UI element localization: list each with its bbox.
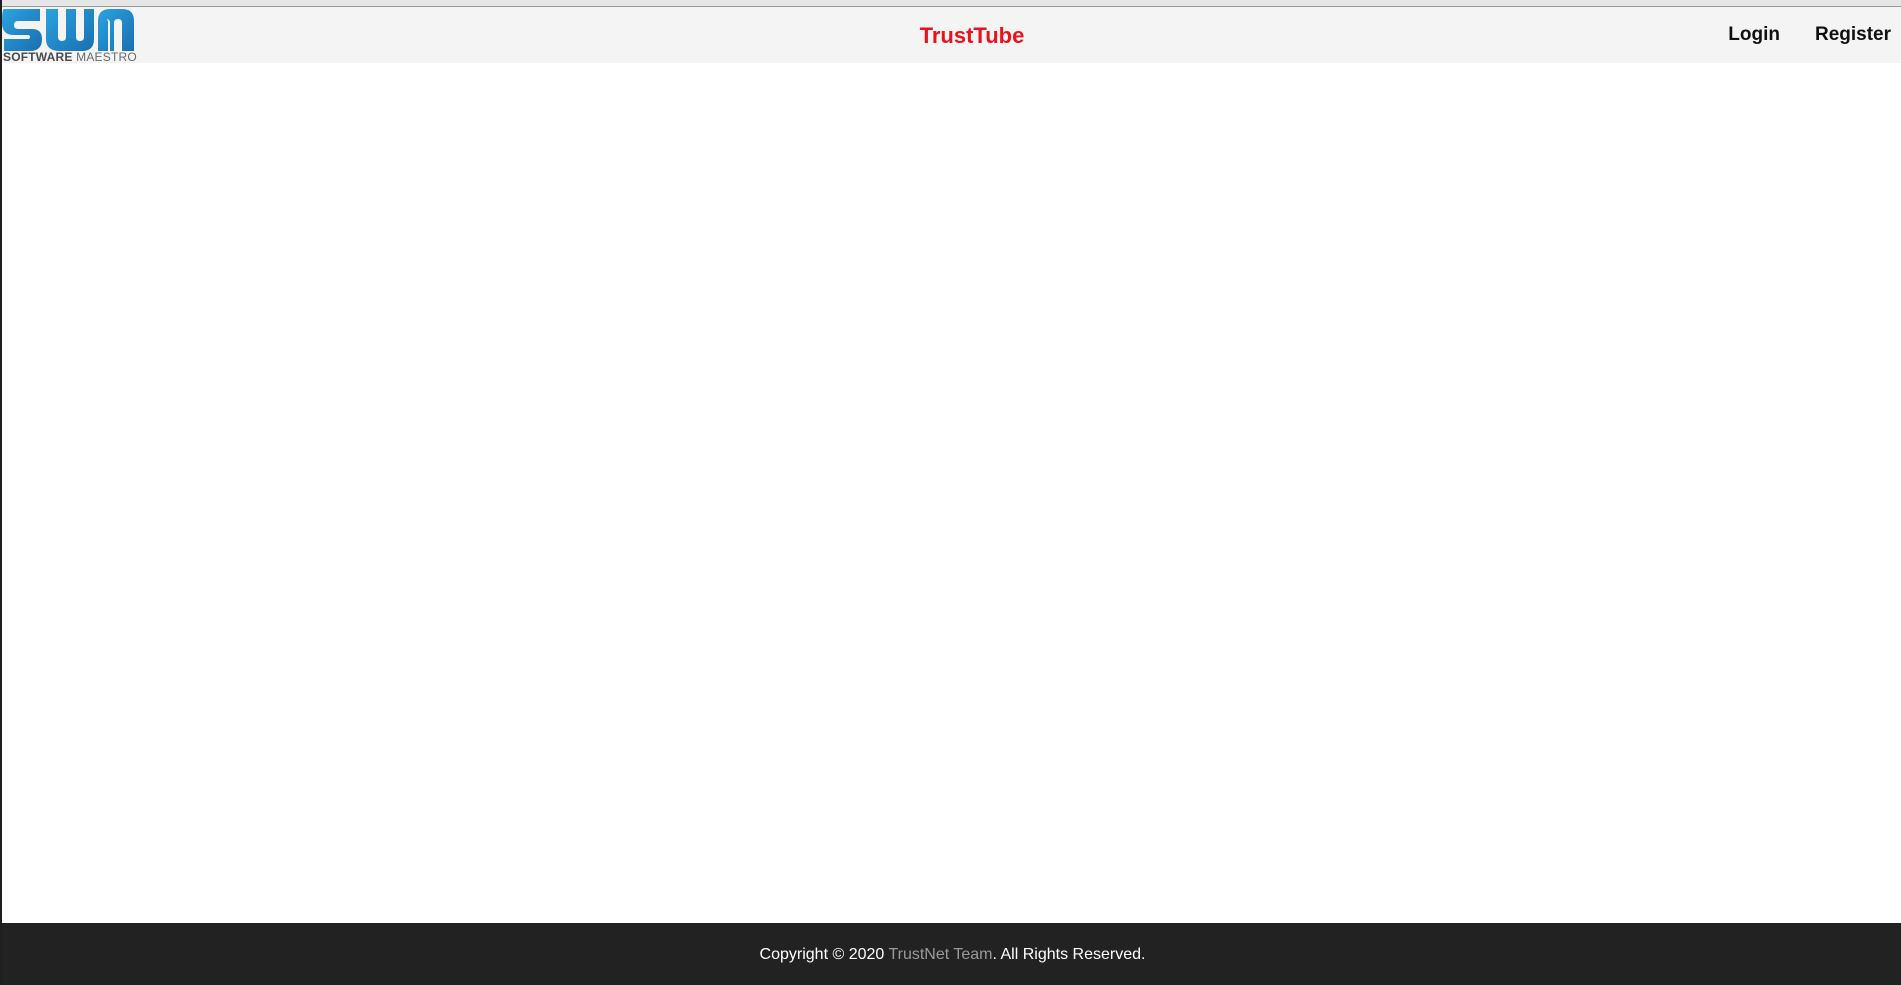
page: SOFTWARE MAESTRO TrustTube Login Registe… (0, 0, 1901, 985)
copyright-suffix: . All Rights Reserved. (992, 946, 1146, 963)
copyright-text: Copyright © 2020 TrustNet Team. All Righ… (2, 945, 1901, 965)
login-link[interactable]: Login (1728, 23, 1780, 47)
auth-nav: Login Register (1728, 23, 1891, 47)
team-link[interactable]: TrustNet Team (888, 946, 992, 963)
register-link[interactable]: Register (1815, 23, 1891, 47)
site-header: SOFTWARE MAESTRO TrustTube Login Registe… (2, 7, 1901, 63)
site-footer: Copyright © 2020 TrustNet Team. All Righ… (2, 923, 1901, 985)
logo-caption-regular: MAESTRO (76, 50, 137, 64)
site-title[interactable]: TrustTube (2, 23, 1901, 49)
copyright-prefix: Copyright © 2020 (759, 946, 889, 963)
browser-top-edge (2, 0, 1901, 7)
logo-caption: SOFTWARE MAESTRO (3, 51, 137, 63)
main-content (2, 63, 1901, 923)
logo-caption-bold: SOFTWARE (3, 50, 73, 64)
